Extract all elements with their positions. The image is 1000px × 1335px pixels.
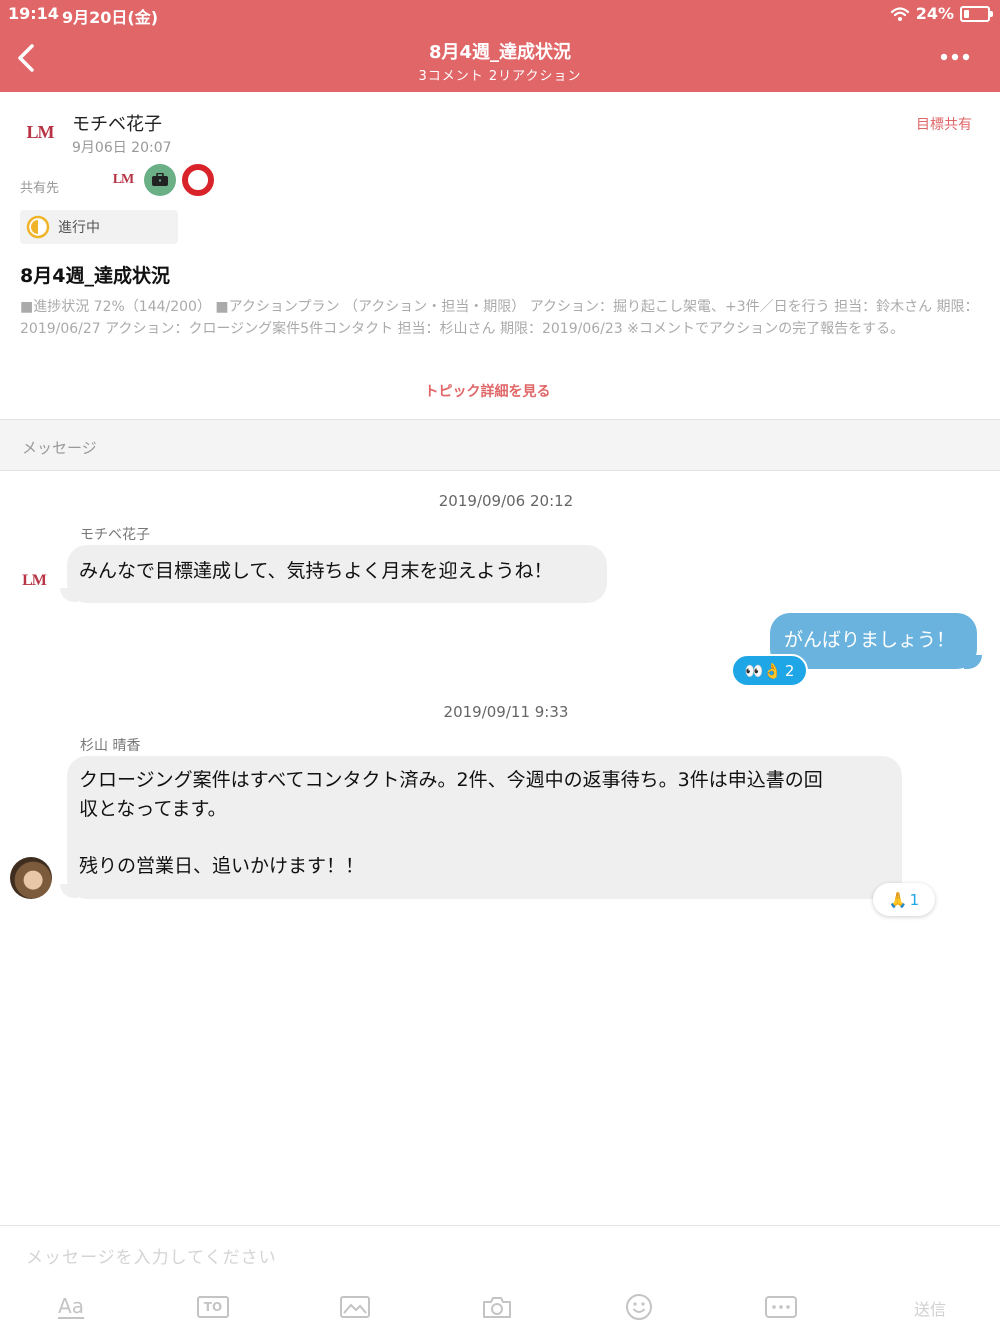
- status-time: 19:14: [8, 4, 59, 23]
- message-line: 収となってます。: [79, 798, 227, 820]
- eyes-ok-emoji-icon: 👀👌: [744, 661, 782, 680]
- image-icon: [340, 1296, 370, 1318]
- topic-body: ■進捗状況 72%（144/200） ■アクションプラン （アクション・担当・期…: [20, 299, 979, 337]
- sender-avatar-photo[interactable]: [10, 857, 52, 899]
- status-indicators: 24%: [890, 4, 993, 23]
- reaction-badge[interactable]: 🙏 1: [873, 883, 935, 916]
- status-label: 進行中: [58, 220, 100, 236]
- page-subtitle: 3コメント 2リアクション: [418, 69, 582, 84]
- goal-share-link[interactable]: 目標共有: [916, 114, 972, 134]
- message-timestamp: 2019/09/11 9:33: [443, 703, 569, 721]
- sender-avatar[interactable]: LM: [14, 561, 54, 601]
- battery-percent: 24%: [915, 4, 954, 23]
- ellipsis-box-icon: [765, 1296, 797, 1318]
- more-options-button[interactable]: [764, 1292, 798, 1322]
- progress-half-icon: [26, 215, 50, 239]
- topic-title: 8月4週_達成状況: [20, 265, 170, 287]
- message-bubble[interactable]: クロージング案件はすべてコンタクト済み。2件、今週中の返事待ち。3件は申込書の回…: [67, 756, 902, 899]
- camera-icon: [483, 1297, 511, 1318]
- message-bubble[interactable]: みんなで目標達成して、気持ちよく月末を迎えようね！: [67, 545, 607, 603]
- message-sender: 杉山 晴香: [80, 738, 141, 754]
- wifi-icon: [890, 6, 909, 21]
- share-target-logo[interactable]: LM: [108, 164, 138, 196]
- share-targets: LM: [108, 164, 214, 196]
- to-label: TO: [203, 1300, 223, 1314]
- battery-icon: [960, 5, 993, 22]
- page-title: 8月4週_達成状況: [428, 42, 572, 63]
- topic-detail-link[interactable]: トピック詳細を見る: [0, 381, 975, 401]
- mention-to-button[interactable]: TO: [196, 1292, 230, 1322]
- author-name: モチベ花子: [72, 114, 162, 135]
- message-line: 残りの営業日、追いかけます！！: [79, 855, 365, 877]
- message-sender: モチベ花子: [80, 527, 150, 543]
- camera-button[interactable]: [480, 1292, 514, 1322]
- briefcase-icon[interactable]: [144, 164, 176, 196]
- image-button[interactable]: [338, 1292, 372, 1322]
- message-line: クロージング案件はすべてコンタクト済み。2件、今週中の返事待ち。3件は申込書の回: [79, 769, 823, 791]
- section-label: メッセージ: [22, 439, 97, 457]
- app-header: 19:14 9月20日(金) 24% 8月4週_達成状況 3コメント 2リアクシ…: [0, 0, 1000, 92]
- reaction-count: 1: [909, 890, 920, 909]
- message-input[interactable]: メッセージを入力してください: [26, 1243, 277, 1268]
- ring-icon[interactable]: [182, 164, 214, 196]
- author-date: 9月06日 20:07: [72, 140, 172, 156]
- emoji-button[interactable]: [622, 1292, 656, 1322]
- status-badge[interactable]: 進行中: [20, 210, 178, 244]
- text-format-icon: Aa: [58, 1294, 84, 1319]
- message-composer: メッセージを入力してください Aa TO 送信: [0, 1225, 1000, 1335]
- send-button[interactable]: 送信: [914, 1296, 946, 1320]
- message-section-header: メッセージ: [0, 419, 1000, 471]
- message-timestamp: 2019/09/06 20:12: [438, 492, 574, 510]
- ellipsis-icon[interactable]: [940, 52, 970, 62]
- status-date: 9月20日(金): [62, 8, 159, 27]
- reaction-badge[interactable]: 👀👌 2: [731, 654, 808, 687]
- reaction-count: 2: [784, 661, 795, 680]
- text-format-button[interactable]: Aa: [54, 1292, 88, 1322]
- share-label: 共有先: [20, 181, 60, 196]
- pray-emoji-icon: 🙏: [888, 890, 908, 909]
- author-avatar[interactable]: LM: [20, 112, 60, 152]
- smiley-icon: [626, 1294, 652, 1320]
